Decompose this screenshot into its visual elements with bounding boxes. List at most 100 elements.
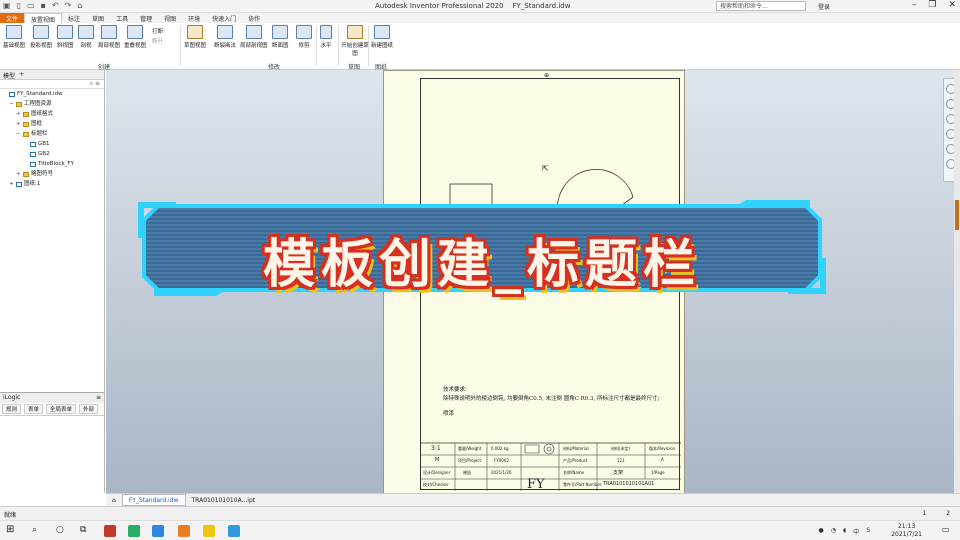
browser-node[interactable]: GB1 — [0, 139, 104, 149]
tab-rules[interactable]: 规则 — [2, 404, 22, 414]
tab-view[interactable]: 视图 — [158, 13, 182, 23]
scrollbar-thumb[interactable] — [955, 200, 959, 230]
undo-icon[interactable]: ↶ — [52, 1, 59, 10]
browser-node[interactable]: GB2 — [0, 149, 104, 159]
app-icon-4[interactable] — [228, 525, 240, 537]
tab-environments[interactable]: 环境 — [182, 13, 206, 23]
crop-button[interactable]: 修剪 — [296, 25, 312, 49]
browser-node-label: 略图符号 — [31, 171, 54, 177]
draft-view-button[interactable]: 草图视图 — [184, 25, 206, 49]
slice-view-label: 断面图 — [272, 43, 289, 49]
help-search-input[interactable]: 搜索帮助和命令... — [716, 1, 806, 11]
file-explorer-icon[interactable] — [203, 525, 215, 537]
browser-node[interactable]: FY_Standard.idw — [0, 89, 104, 99]
expand-toggle-icon[interactable]: − — [16, 129, 22, 139]
section-view-button[interactable]: 剖视 — [78, 25, 94, 49]
detail-view-label: 局部视图 — [98, 43, 121, 49]
base-view-label: 基础视图 — [3, 43, 26, 49]
tab-sketch[interactable]: 草图 — [86, 13, 110, 23]
doc-tab-drawing[interactable]: FY_Standard.idw — [121, 494, 186, 506]
browser-node[interactable]: + 略图符号 — [0, 169, 104, 179]
browser-node[interactable]: + 图纸格式 — [0, 109, 104, 119]
sheet-center-mark-icon: ⊕ — [544, 72, 550, 79]
tray-icon[interactable]: ● — [819, 527, 824, 536]
app-icon-3[interactable] — [152, 525, 164, 537]
tab-forms[interactable]: 表单 — [24, 404, 44, 414]
system-clock[interactable]: 21:13 2021/7/21 — [891, 523, 922, 539]
redo-icon[interactable]: ↷ — [65, 1, 72, 10]
expand-toggle-icon[interactable]: + — [16, 119, 22, 129]
tab-file[interactable]: 文件 — [0, 13, 25, 23]
part-number-value: TRA0101010101A01 — [603, 481, 655, 487]
browser-node[interactable]: + 图纸:1 — [0, 179, 104, 189]
app-icon-2[interactable] — [128, 525, 140, 537]
task-view-icon[interactable]: ⧉ — [80, 525, 92, 537]
break-out-view-label: 局部剖视图 — [240, 43, 268, 49]
tab-annotate[interactable]: 标注 — [62, 13, 86, 23]
align-horizontal-button[interactable]: 水平 — [320, 25, 332, 49]
new-sheet-button[interactable]: 新建图纸 — [371, 25, 393, 49]
tab-model[interactable]: 模型 — [3, 71, 15, 80]
browser-node[interactable]: − 标题栏 — [0, 129, 104, 139]
notifications-icon[interactable]: ▭ — [942, 525, 954, 537]
break-out-view-button[interactable]: 局部剖视图 — [240, 25, 268, 49]
break-button[interactable]: 打断 — [152, 27, 163, 37]
inventor-icon[interactable] — [178, 525, 190, 537]
app-icon-1[interactable] — [104, 525, 116, 537]
tab-manage[interactable]: 管理 — [134, 13, 158, 23]
folder-icon — [23, 121, 29, 127]
new-sheet-icon — [374, 25, 390, 39]
tab-global-forms[interactable]: 全局表单 — [46, 404, 77, 414]
minimize-icon[interactable]: – — [912, 0, 917, 10]
expand-toggle-icon[interactable]: + — [9, 179, 15, 189]
graphics-window[interactable]: 技术要求: 除特殊说明外的棱边倒钝, 均要倒角C0.5, 未注倒 圆角C R0.… — [106, 70, 954, 495]
doc-tab-part[interactable]: TRA010101010A...ipt — [186, 497, 262, 504]
expand-toggle-icon[interactable]: + — [16, 109, 22, 119]
overlay-view-button[interactable]: 重叠视图 — [124, 25, 146, 49]
browser-node[interactable]: TitleBlock_FY — [0, 159, 104, 169]
start-sketch-button[interactable]: 开始创建草图 — [341, 25, 369, 57]
expand-toggle-icon[interactable]: − — [9, 99, 15, 109]
search-icon[interactable]: ⌕ — [32, 525, 44, 537]
add-tab-icon[interactable]: + — [19, 71, 24, 78]
title-block[interactable]: 3:1 重量/Weight 0.002 kg 材料/Material 材料(未定… — [421, 443, 681, 492]
login-button[interactable]: 登录 — [818, 2, 830, 11]
break-view-button[interactable]: 断裂画法 — [214, 25, 236, 49]
tab-tools[interactable]: 工具 — [110, 13, 134, 23]
expand-toggle-icon[interactable]: + — [16, 169, 22, 179]
ime-indicator[interactable]: 中 — [853, 527, 859, 536]
volume-icon[interactable]: ◖ — [843, 527, 846, 536]
home-icon[interactable]: ⌂ — [77, 1, 82, 10]
browser-node[interactable]: + 图框 — [0, 119, 104, 129]
vertical-scrollbar[interactable] — [954, 70, 960, 493]
panel-menu-icon[interactable]: ≡ — [96, 394, 101, 402]
new-icon[interactable]: ▯ — [17, 1, 21, 10]
tab-external[interactable]: 外部 — [79, 404, 99, 414]
tab-get-started[interactable]: 快速入门 — [206, 13, 242, 23]
home-icon[interactable]: ⌂ — [106, 497, 122, 504]
tab-place-views[interactable]: 放置视图 — [24, 13, 63, 24]
search-icon[interactable]: ⌕ — [90, 80, 93, 87]
base-view-button[interactable]: 基础视图 — [3, 25, 25, 49]
slice-view-button[interactable]: 断面图 — [272, 25, 289, 49]
app-menu-icon[interactable]: ▣ — [3, 1, 11, 10]
checker-label: 校对/Checker — [423, 482, 449, 487]
projected-view-button[interactable]: 投影视图 — [30, 25, 52, 49]
material-label: 材料/Material — [563, 446, 589, 451]
browser-node[interactable]: − 工程图资源 — [0, 99, 104, 109]
auxiliary-view-button[interactable]: 斜视图 — [57, 25, 74, 49]
tab-collaborate[interactable]: 协作 — [242, 13, 266, 23]
start-icon[interactable]: ⊞ — [6, 524, 18, 536]
network-icon[interactable]: ◔ — [831, 527, 836, 536]
input-method-icon[interactable]: S — [866, 527, 870, 536]
base-view-icon — [6, 25, 22, 39]
break-out-button[interactable]: 断开 — [152, 37, 163, 47]
save-icon[interactable]: ▪ — [41, 1, 46, 10]
restore-icon[interactable]: ❐ — [928, 0, 936, 10]
close-icon[interactable]: ✕ — [948, 0, 956, 10]
document-icon — [16, 181, 22, 187]
detail-view-button[interactable]: 局部视图 — [98, 25, 120, 49]
cortana-icon[interactable]: ○ — [56, 525, 68, 537]
open-icon[interactable]: ▭ — [27, 1, 35, 10]
browser-search[interactable]: ⌕ ≡ — [0, 80, 104, 89]
